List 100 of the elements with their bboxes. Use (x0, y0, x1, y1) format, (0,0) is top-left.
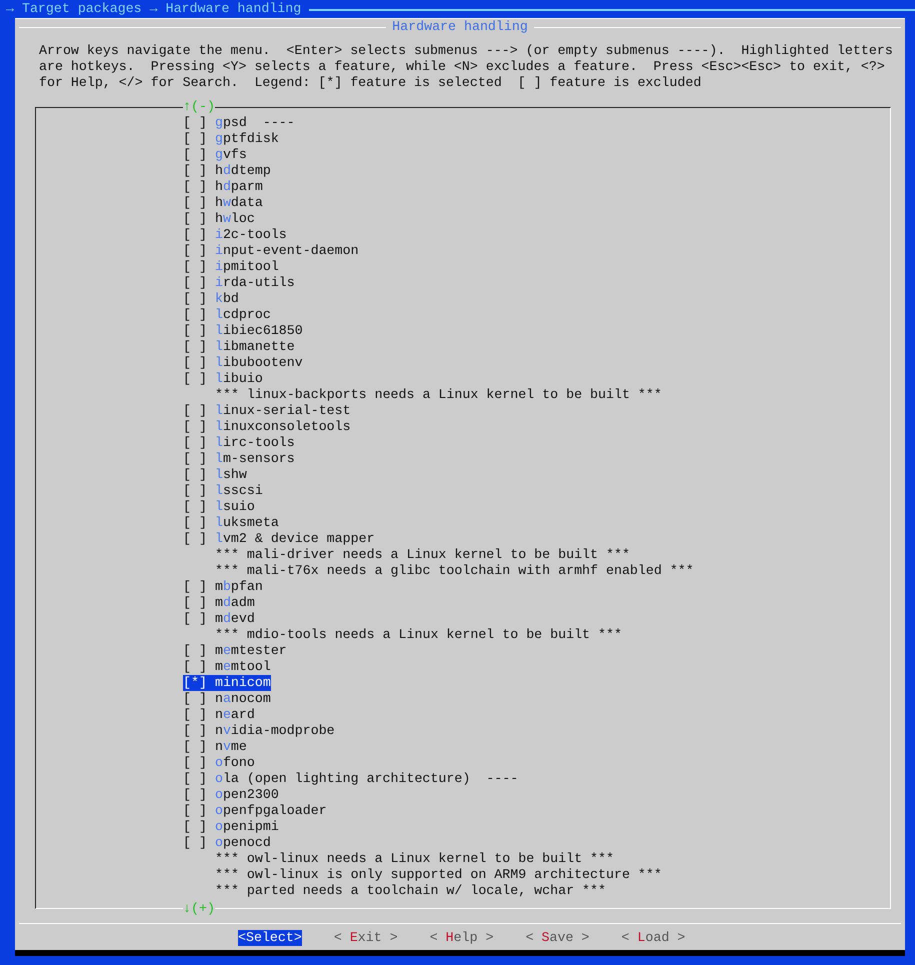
menu-item[interactable]: [ ] luksmeta (183, 515, 279, 531)
checkbox[interactable]: [ ] (183, 819, 207, 835)
menu-item[interactable]: [ ] openipmi (183, 819, 279, 835)
menu-item[interactable]: [ ] i2c-tools (183, 227, 287, 243)
menu-item[interactable]: [ ] mdevd (183, 611, 255, 627)
checkbox[interactable]: [ ] (183, 339, 207, 355)
checkbox[interactable]: [ ] (183, 659, 207, 675)
menu-item[interactable]: [ ] lsscsi (183, 483, 263, 499)
checkbox[interactable]: [ ] (183, 147, 207, 163)
menu-item[interactable]: [ ] kbd (183, 291, 239, 307)
checkbox[interactable]: [ ] (183, 259, 207, 275)
menu-item[interactable]: [ ] irda-utils (183, 275, 295, 291)
menu-item[interactable]: [ ] nvme (183, 739, 247, 755)
menu-item-label: lshw (214, 467, 247, 483)
checkbox[interactable]: [ ] (183, 803, 207, 819)
checkbox[interactable]: [ ] (183, 739, 207, 755)
menu-item[interactable]: [ ] linuxconsoletools (183, 419, 351, 435)
checkbox[interactable]: [ ] (183, 403, 207, 419)
checkbox[interactable]: [ ] (183, 531, 207, 547)
checkbox[interactable]: [ ] (183, 227, 207, 243)
menu-item[interactable]: [ ] openfpgaloader (183, 803, 327, 819)
menu-item[interactable]: [ ] lvm2 & device mapper (183, 531, 375, 547)
menu-item[interactable]: [ ] nanocom (183, 691, 271, 707)
checkbox[interactable]: [ ] (183, 323, 207, 339)
menu-item[interactable]: [ ] gptfdisk (183, 131, 279, 147)
checkbox[interactable]: [ ] (183, 611, 207, 627)
menu-item[interactable]: [*] minicom (183, 675, 271, 691)
menu-item[interactable]: [ ] open2300 (183, 787, 279, 803)
checkbox[interactable]: [ ] (183, 515, 207, 531)
menu-item-label: lsscsi (214, 483, 263, 499)
checkbox[interactable]: [ ] (183, 307, 207, 323)
help-text: Arrow keys navigate the menu. <Enter> selects submenus ---> (or empty submenus ----). Highlighted letters (39, 43, 894, 59)
checkbox[interactable]: [ ] (183, 179, 207, 195)
menu-item[interactable]: [ ] libmanette (183, 339, 295, 355)
checkbox[interactable]: [ ] (183, 419, 207, 435)
checkbox[interactable]: [ ] (183, 355, 207, 371)
menu-item[interactable]: [ ] ofono (183, 755, 255, 771)
checkbox[interactable]: [ ] (183, 211, 207, 227)
menu-item[interactable]: [ ] lirc-tools (183, 435, 295, 451)
checkbox[interactable]: [ ] (183, 435, 207, 451)
checkbox[interactable]: [ ] (183, 787, 207, 803)
dialog-button[interactable]: < Help > (430, 930, 494, 946)
menu-item[interactable]: [ ] libubootenv (183, 355, 303, 371)
menu-item[interactable]: [ ] libuio (183, 371, 263, 387)
checkbox[interactable]: [ ] (183, 195, 207, 211)
menu-item[interactable]: [ ] hddtemp (183, 163, 271, 179)
menu-item[interactable]: [ ] neard (183, 707, 255, 723)
checkbox[interactable]: [ ] (183, 771, 207, 787)
menu-item[interactable]: [ ] lsuio (183, 499, 255, 515)
dialog-button[interactable]: < Save > (526, 930, 590, 946)
menu-item[interactable]: [ ] linux-serial-test (183, 403, 351, 419)
menu-item[interactable]: [ ] lcdproc (183, 307, 271, 323)
menu-item-label: libubootenv (214, 355, 303, 371)
menu-item[interactable]: [ ] ola (open lighting architecture) ---- (183, 771, 518, 787)
menu-item[interactable]: [ ] nvidia-modprobe (183, 723, 335, 739)
menu-item[interactable]: [ ] ipmitool (183, 259, 279, 275)
menu-item[interactable]: [ ] lm-sensors (183, 451, 295, 467)
dialog-button[interactable]: <Select> (238, 930, 302, 946)
menu-item[interactable]: [ ] mbpfan (183, 579, 263, 595)
checkbox[interactable]: [ ] (183, 707, 207, 723)
checkbox[interactable]: [ ] (183, 483, 207, 499)
checkbox[interactable]: [ ] (183, 275, 207, 291)
menu-item[interactable]: [ ] lshw (183, 467, 247, 483)
menu-item[interactable]: [ ] memtool (183, 659, 271, 675)
checkbox[interactable]: [ ] (183, 115, 207, 131)
checkbox[interactable]: [ ] (183, 755, 207, 771)
menu-item-label: lcdproc (214, 307, 271, 323)
menu-item[interactable]: [ ] openocd (183, 835, 271, 851)
menu-item-label: i2c-tools (214, 227, 287, 243)
checkbox[interactable]: [*] (183, 675, 215, 691)
menu-item-label: linux-serial-test (214, 403, 351, 419)
dialog-button[interactable]: < Exit > (334, 930, 398, 946)
menu-item[interactable]: [ ] input-event-daemon (183, 243, 359, 259)
checkbox[interactable]: [ ] (183, 691, 207, 707)
menu-item[interactable]: [ ] memtester (183, 643, 287, 659)
menu-item-label: libiec61850 (214, 323, 303, 339)
menu-item[interactable]: [ ] gpsd ---- (183, 115, 295, 131)
checkbox[interactable]: [ ] (183, 451, 207, 467)
checkbox[interactable]: [ ] (183, 131, 207, 147)
checkbox[interactable]: [ ] (183, 723, 207, 739)
menu-item[interactable]: [ ] hdparm (183, 179, 263, 195)
checkbox[interactable]: [ ] (183, 595, 207, 611)
menu-comment: *** owl-linux needs a Linux kernel to be built *** (215, 851, 614, 866)
menu-item-label: lirc-tools (214, 435, 295, 451)
checkbox[interactable]: [ ] (183, 643, 207, 659)
checkbox[interactable]: [ ] (183, 291, 207, 307)
menu-item-label: gptfdisk (214, 131, 279, 147)
checkbox[interactable]: [ ] (183, 163, 207, 179)
checkbox[interactable]: [ ] (183, 371, 207, 387)
checkbox[interactable]: [ ] (183, 835, 207, 851)
menu-item[interactable]: [ ] mdadm (183, 595, 255, 611)
checkbox[interactable]: [ ] (183, 499, 207, 515)
dialog-button[interactable]: < Load > (621, 930, 686, 946)
menu-item[interactable]: [ ] libiec61850 (183, 323, 303, 339)
checkbox[interactable]: [ ] (183, 579, 207, 595)
checkbox[interactable]: [ ] (183, 243, 207, 259)
checkbox[interactable]: [ ] (183, 467, 207, 483)
menu-item[interactable]: [ ] hwloc (183, 211, 255, 227)
menu-item[interactable]: [ ] hwdata (183, 195, 263, 211)
menu-item[interactable]: [ ] gvfs (183, 147, 247, 163)
